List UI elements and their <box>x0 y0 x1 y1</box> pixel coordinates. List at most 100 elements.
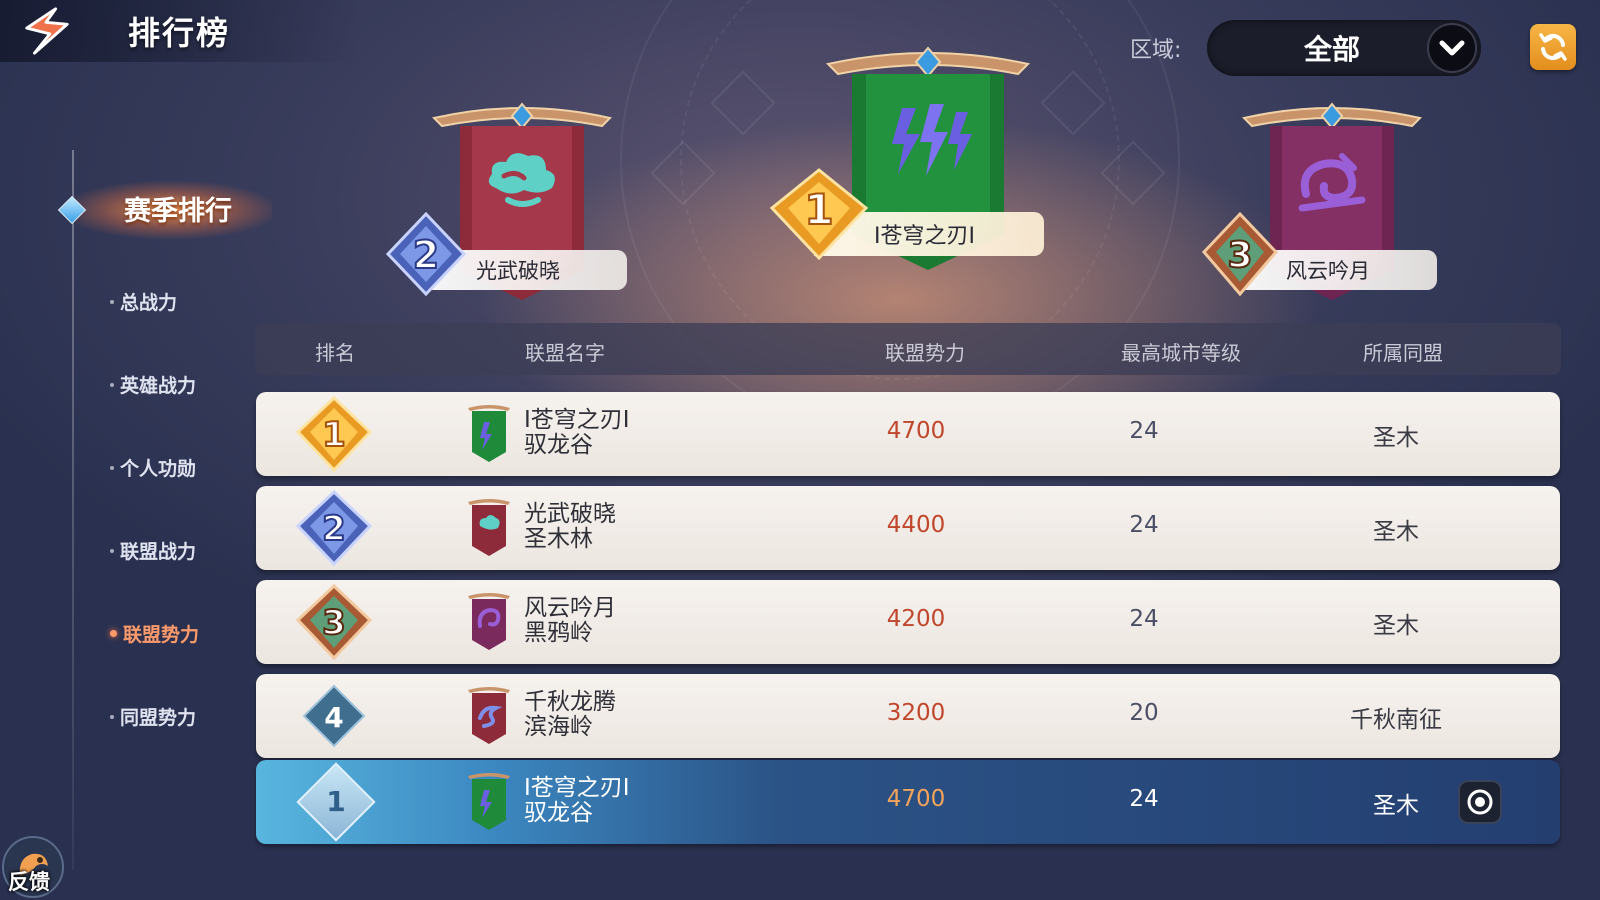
back-arrow-icon <box>25 7 69 55</box>
sidebar-item-label: 总战力 <box>120 292 178 314</box>
tab-season-ranking[interactable]: 赛季排行 <box>57 180 272 240</box>
sidebar-item-label: 联盟战力 <box>120 541 197 563</box>
refresh-button[interactable] <box>1530 24 1576 70</box>
alliance-influence-value: 4200 <box>886 606 946 632</box>
cloud-emblem-icon <box>488 153 555 207</box>
alliance-name-cell: I苍穹之刃I 驭龙谷 <box>524 776 630 826</box>
bullet-icon <box>110 382 114 387</box>
alliance-name: 千秋龙腾 <box>524 689 616 715</box>
city-level-value: 24 <box>1129 606 1159 632</box>
rank-1-badge-icon: 1 <box>769 168 869 260</box>
league-value: 千秋南征 <box>1350 707 1442 733</box>
alliance-banner-icon <box>468 687 510 744</box>
season-tab-label: 赛季排行 <box>124 196 232 227</box>
svg-text:3: 3 <box>1227 235 1252 276</box>
alliance-name-cell: 千秋龙腾 滨海岭 <box>524 690 616 740</box>
target-icon <box>1467 789 1493 815</box>
alliance-banner-icon <box>468 593 510 650</box>
sidebar-item-alliance-influence[interactable]: 联盟势力 <box>110 620 199 647</box>
rank-4-badge-icon: 4 <box>302 684 366 748</box>
svg-text:2: 2 <box>322 509 346 549</box>
city-level-value: 24 <box>1129 786 1159 812</box>
chevron-down-icon <box>1427 23 1477 73</box>
svg-text:2: 2 <box>413 233 439 277</box>
alliance-name-cell: 风云吟月 黑鸦岭 <box>524 596 616 646</box>
bullet-icon <box>110 548 114 553</box>
region-label: 区域: <box>1130 38 1182 63</box>
rank-3-badge-icon: 3 <box>1201 212 1279 296</box>
table-row[interactable]: 2 光武破晓 圣木林 4400 24 圣木 <box>256 486 1560 570</box>
svg-text:3: 3 <box>322 603 346 643</box>
bullet-icon <box>110 465 114 470</box>
alliance-region: 滨海岭 <box>524 714 593 740</box>
alliance-name: I苍穹之刃I <box>524 407 630 433</box>
feedback-label: 反馈 <box>8 870 50 894</box>
alliance-name: 风云吟月 <box>524 595 616 621</box>
rank-2-badge-icon: 2 <box>385 212 467 296</box>
league-value: 圣木 <box>1373 613 1419 639</box>
svg-text:4: 4 <box>324 701 343 734</box>
refresh-icon <box>1539 33 1567 61</box>
rank-1-badge-icon: 1 <box>295 396 373 472</box>
podium-first-name: I苍穹之刃I <box>874 224 975 249</box>
my-alliance-row[interactable]: 1 I苍穹之刃I 驭龙谷 4700 24 圣木 <box>256 760 1560 844</box>
sidebar-item-label: 同盟势力 <box>120 707 197 729</box>
diamond-icon <box>57 195 87 225</box>
bullet-icon <box>110 714 114 719</box>
alliance-region: 驭龙谷 <box>524 432 593 458</box>
alliance-influence-value: 3200 <box>886 700 946 726</box>
region-dropdown[interactable]: 全部 <box>1207 20 1481 76</box>
svg-text:1: 1 <box>804 185 833 234</box>
swirl-emblem-icon <box>1298 153 1366 212</box>
column-header-league: 所属同盟 <box>1363 341 1443 365</box>
sidebar-item-label: 英雄战力 <box>120 375 197 397</box>
lightning-emblem-icon <box>892 104 972 176</box>
sidebar-item-league-influence[interactable]: 同盟势力 <box>110 703 196 730</box>
alliance-region: 驭龙谷 <box>524 800 593 826</box>
alliance-name: I苍穹之刃I <box>524 775 630 801</box>
alliance-region: 黑鸦岭 <box>524 620 593 646</box>
alliance-banner-icon <box>468 499 510 556</box>
column-header-alliance-name: 联盟名字 <box>525 341 605 365</box>
alliance-influence-value: 4400 <box>886 512 946 538</box>
alliance-region: 圣木林 <box>524 526 593 552</box>
my-rank-number: 1 <box>326 785 346 818</box>
locate-button[interactable] <box>1458 780 1502 824</box>
table-header: 排名 联盟名字 联盟势力 最高城市等级 所属同盟 <box>255 323 1561 375</box>
sidebar-divider <box>72 150 74 870</box>
page-title: 排行榜 <box>128 14 231 52</box>
sidebar-item-personal-merit[interactable]: 个人功勋 <box>110 454 196 481</box>
sidebar-item-hero-power[interactable]: 英雄战力 <box>110 371 196 398</box>
alliance-name-cell: 光武破晓 圣木林 <box>524 502 616 552</box>
alliance-influence-value: 4700 <box>886 786 946 812</box>
league-value: 圣木 <box>1373 425 1419 451</box>
sidebar-item-label: 个人功勋 <box>120 458 197 480</box>
table-row[interactable]: 1 I苍穹之刃I 驭龙谷 4700 24 圣木 <box>256 392 1560 476</box>
column-header-max-city-level: 最高城市等级 <box>1121 341 1241 365</box>
bullet-icon <box>110 630 117 637</box>
alliance-banner-icon <box>468 405 510 462</box>
alliance-banner-icon <box>468 773 510 830</box>
alliance-name-cell: I苍穹之刃I 驭龙谷 <box>524 408 630 458</box>
city-level-value: 24 <box>1129 418 1159 444</box>
table-row[interactable]: 4 千秋龙腾 滨海岭 3200 20 千秋南征 <box>256 674 1560 758</box>
league-value: 圣木 <box>1373 519 1419 545</box>
column-header-rank: 排名 <box>315 341 355 365</box>
rank-2-badge-icon: 2 <box>295 490 373 566</box>
rank-3-badge-icon: 3 <box>295 584 373 660</box>
city-level-value: 20 <box>1129 700 1159 726</box>
sidebar-item-alliance-power[interactable]: 联盟战力 <box>110 537 196 564</box>
sidebar-item-total-power[interactable]: 总战力 <box>110 288 177 315</box>
alliance-influence-value: 4700 <box>886 418 946 444</box>
table-row[interactable]: 3 风云吟月 黑鸦岭 4200 24 圣木 <box>256 580 1560 664</box>
city-level-value: 24 <box>1129 512 1159 538</box>
back-button[interactable] <box>12 2 80 60</box>
bullet-icon <box>110 299 114 304</box>
column-header-alliance-influence: 联盟势力 <box>885 341 965 365</box>
svg-text:1: 1 <box>322 415 346 455</box>
region-value: 全部 <box>1303 33 1360 66</box>
podium-third-name: 风云吟月 <box>1286 259 1370 283</box>
alliance-name: 光武破晓 <box>524 501 616 527</box>
sidebar-item-label: 联盟势力 <box>123 624 200 646</box>
podium-second-name: 光武破晓 <box>476 259 560 283</box>
